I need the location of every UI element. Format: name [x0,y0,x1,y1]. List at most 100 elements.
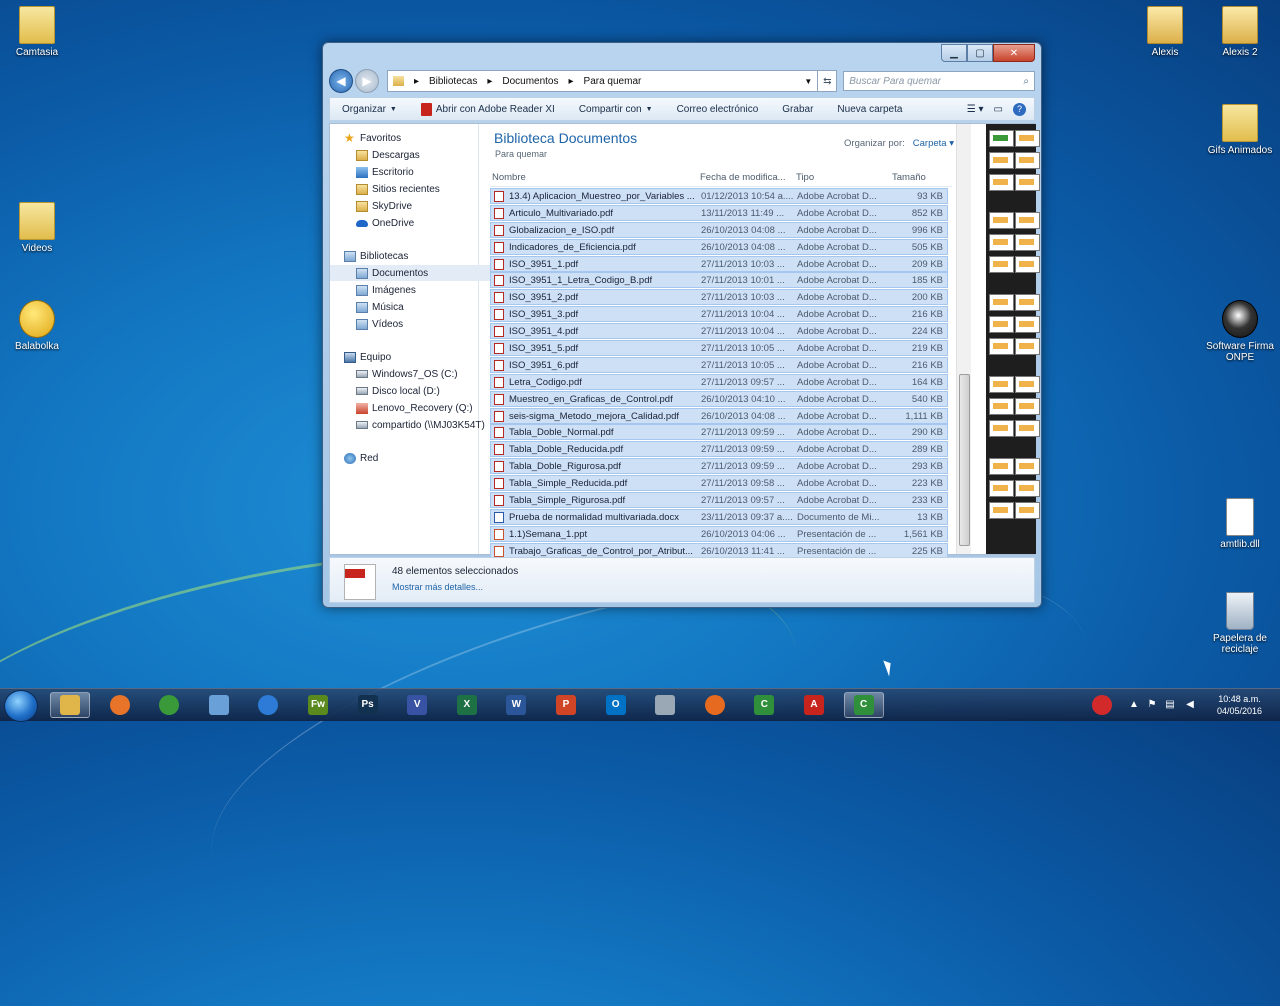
file-row[interactable]: Tabla_Doble_Normal.pdf 27/11/2013 09:59 .… [490,424,948,441]
share-menu[interactable]: Compartir con ▼ [567,104,665,115]
column-header-date[interactable]: Fecha de modifica... [700,172,786,183]
taskbar-powerpoint[interactable]: P [546,692,586,718]
file-row[interactable]: ISO_3951_6.pdf 27/11/2013 10:05 ... Adobe … [490,356,948,373]
breadcrumb-bibliotecas[interactable]: Bibliotecas [429,76,477,87]
file-row[interactable]: ISO_3951_4.pdf 27/11/2013 10:04 ... Adobe … [490,323,948,340]
action-center-flag-icon[interactable]: ⚑ [1146,699,1158,711]
new-folder-button[interactable]: Nueva carpeta [825,104,914,115]
nav-imagenes[interactable]: Imágenes [330,282,504,298]
close-button[interactable]: ✕ [993,44,1035,62]
file-row[interactable]: Indicadores_de_Eficiencia.pdf 26/10/2013 … [490,238,948,255]
nav-musica[interactable]: Música [330,299,504,315]
desktop-icon-gifs-animados[interactable]: Gifs Animados [1200,104,1280,156]
maximize-button[interactable]: ▢ [967,44,993,62]
desktop-icon-alexis[interactable]: Alexis [1125,6,1205,58]
nav-sitios-recientes[interactable]: Sitios recientes [330,181,504,197]
taskbar-camtasia-recorder[interactable]: C [843,692,884,718]
file-row[interactable]: Globalizacion_e_ISO.pdf 26/10/2013 04:08 … [490,221,948,238]
nav-bibliotecas[interactable]: Bibliotecas [330,248,492,264]
nav-videos[interactable]: Vídeos [330,316,504,332]
breadcrumb-para-quemar[interactable]: Para quemar [584,76,642,87]
taskbar-camtasia[interactable]: C [744,692,784,718]
address-bar[interactable]: ▸ Bibliotecas ▸ Documentos ▸ Para quemar… [386,70,819,92]
taskbar-firefox[interactable] [695,692,735,718]
taskbar-visio[interactable]: V [397,692,437,718]
desktop-icon-software-firma-onpe[interactable]: Software Firma ONPE [1200,300,1280,363]
file-row[interactable]: ISO_3951_2.pdf 27/11/2013 10:03 ... Adobe … [490,289,948,306]
network-status-icon[interactable]: ▤ [1164,699,1176,711]
desktop-icon-videos[interactable]: Videos [0,202,77,254]
file-row[interactable]: Tabla_Doble_Rigurosa.pdf 27/11/2013 09:59… [490,458,948,475]
arrange-dropdown[interactable]: Carpeta ▾ [913,138,954,149]
nav-documentos[interactable]: Documentos [330,265,504,281]
taskbar-app-misc[interactable] [645,692,685,718]
open-with-button[interactable]: Abrir con Adobe Reader XI [409,102,567,116]
taskbar-explorer[interactable] [50,692,90,718]
file-row[interactable]: 1.1)Semana_1.ppt 26/10/2013 04:06 ... Pres… [490,525,948,542]
email-button[interactable]: Correo electrónico [665,104,771,115]
nav-skydrive[interactable]: SkyDrive [330,198,504,214]
show-hidden-icons-icon[interactable]: ▲ [1128,699,1140,711]
volume-icon[interactable]: ◀ [1184,699,1196,711]
nav-drive-q[interactable]: Lenovo_Recovery (Q:) [330,400,504,416]
preview-pane-icon[interactable]: ▭ [994,104,1003,115]
nav-drive-c[interactable]: Windows7_OS (C:) [330,366,504,382]
nav-descargas[interactable]: Descargas [330,147,504,163]
nav-red[interactable]: Red [330,450,492,466]
taskbar-excel[interactable]: X [447,692,487,718]
file-row[interactable]: ISO_3951_5.pdf 27/11/2013 10:05 ... Adobe … [490,340,948,357]
column-header-size[interactable]: Tamaño [892,172,926,183]
file-row[interactable]: Letra_Codigo.pdf 27/11/2013 09:57 ... Adob… [490,373,948,390]
file-row[interactable]: Muestreo_en_Graficas_de_Control.pdf 26/10… [490,390,948,407]
file-row[interactable]: ISO_3951_3.pdf 27/11/2013 10:04 ... Adobe … [490,306,948,323]
taskbar-acrobat[interactable]: A [794,692,834,718]
file-row[interactable]: ISO_3951_1.pdf 27/11/2013 10:03 ... Adobe … [490,255,948,272]
antivirus-icon[interactable] [1092,695,1112,715]
forward-button[interactable]: ▶ [354,69,379,93]
show-more-details-link[interactable]: Mostrar más detalles... [392,582,483,592]
nav-escritorio[interactable]: Escritorio [330,164,504,180]
file-row[interactable]: Tabla_Simple_Reducida.pdf 27/11/2013 09:5… [490,475,948,492]
file-row[interactable]: Tabla_Simple_Rigurosa.pdf 27/11/2013 09:5… [490,492,948,509]
desktop-icon-alexis-2[interactable]: Alexis 2 [1200,6,1280,58]
organize-menu[interactable]: Organizar ▼ [330,104,409,115]
burn-button[interactable]: Grabar [770,104,825,115]
desktop-icon-balabolka[interactable]: Balabolka [0,300,77,352]
nav-drive-d[interactable]: Disco local (D:) [330,383,504,399]
back-button[interactable]: ◀ [329,69,353,93]
nav-network-share[interactable]: compartido (\\MJ03K54T) [330,417,504,433]
column-header-type[interactable]: Tipo [796,172,814,183]
search-input[interactable]: Buscar Para quemar ⌕ [843,71,1035,91]
taskbar-media-player[interactable] [100,692,140,718]
nav-equipo[interactable]: Equipo [330,349,492,365]
minimize-button[interactable]: ▁ [941,44,967,62]
help-icon[interactable]: ? [1013,102,1026,116]
file-row[interactable]: Tabla_Doble_Reducida.pdf 27/11/2013 09:59… [490,441,948,458]
taskbar-outlook[interactable]: O [596,692,636,718]
breadcrumb-documentos[interactable]: Documentos [502,76,558,87]
taskbar-photoshop[interactable]: Ps [348,692,388,718]
file-row[interactable]: 13.4) Aplicacion_Muestreo_por_Variables … [490,188,948,204]
taskbar-chrome[interactable] [149,692,189,718]
nav-onedrive[interactable]: OneDrive [330,215,504,231]
file-row[interactable]: seis-sigma_Metodo_mejora_Calidad.pdf 26/1… [490,407,948,424]
desktop-icon-recycle-bin[interactable]: Papelera de reciclaje [1200,592,1280,655]
address-dropdown-icon[interactable]: ▼ [804,77,812,86]
nav-favorites[interactable]: ★ Favoritos [330,130,492,146]
clock[interactable]: 10:48 a.m. 04/05/2016 [1217,693,1262,717]
taskbar-fireworks[interactable]: Fw [298,692,338,718]
start-button[interactable] [4,690,38,722]
view-options-icon[interactable]: ☰ ▾ [967,104,984,115]
column-header-name[interactable]: Nombre [492,172,526,183]
scrollbar-thumb[interactable] [959,374,970,546]
vertical-scrollbar[interactable] [956,124,971,554]
desktop-icon-amtlib[interactable]: amtlib.dll [1200,498,1280,550]
desktop-icon-camtasia[interactable]: Camtasia [0,6,77,58]
taskbar-paint[interactable] [199,692,239,718]
refresh-button[interactable]: ⇆ [818,70,838,92]
taskbar-word[interactable]: W [496,692,536,718]
file-row[interactable]: Articulo_Multivariado.pdf 13/11/2013 11:4… [490,204,948,221]
taskbar-internet-explorer[interactable] [248,692,288,718]
file-row[interactable]: Prueba de normalidad multivariada.docx 23… [490,508,948,525]
file-row[interactable]: ISO_3951_1_Letra_Codigo_B.pdf 27/11/2013 … [490,272,948,289]
